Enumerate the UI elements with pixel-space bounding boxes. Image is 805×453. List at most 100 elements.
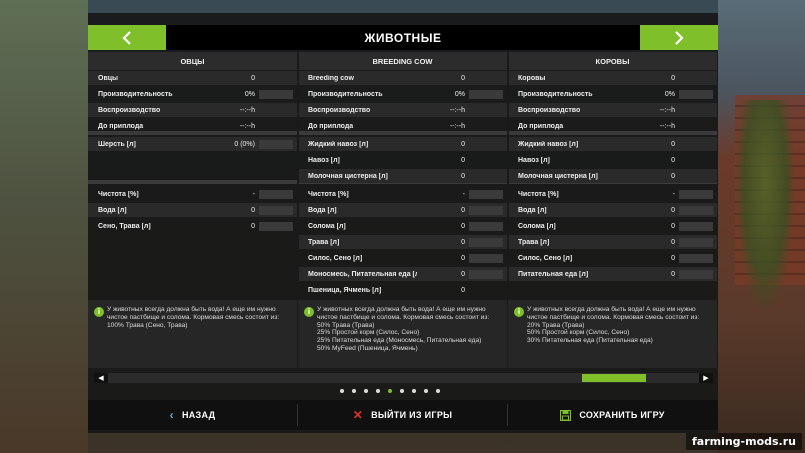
back-label: НАЗАД [181,410,216,420]
stat-row: Трава [л] 0 [298,235,507,249]
stat-row: Пшеница, Ячмень [л] 0 [298,283,507,297]
page-dot[interactable] [436,389,440,393]
stat-value: 0 [671,270,675,278]
stat-bar [259,89,293,99]
chevron-left-icon [122,30,131,45]
scroll-right-arrow-icon[interactable]: ▶ [699,373,713,383]
stat-row: Производительность 0% [298,87,507,101]
stat-value: 0 [671,74,675,82]
horizontal-scrollbar[interactable]: ◀ ▶ [94,373,713,383]
column-divider [297,52,299,296]
stat-label: Сено, Трава [л] [98,222,151,230]
scrollbar-thumb[interactable] [582,374,647,382]
close-icon: ✕ [352,408,364,422]
stat-value: - [462,190,465,198]
stat-label: Солома [л] [518,222,556,230]
info-box: iУ животных всегда должна быть вода! А е… [88,300,297,368]
stat-value: 0% [244,90,255,98]
stat-label: Вода [л] [308,206,337,214]
stat-bar [679,253,713,263]
stat-value: 0 [671,156,675,164]
stat-label: Воспроизводство [518,106,581,114]
next-page-button[interactable] [640,25,718,50]
stat-bar [259,189,293,199]
stat-value: 0 [671,140,675,148]
stat-bar [259,221,293,231]
stat-bar [679,221,713,231]
save-disk-icon [560,409,572,421]
stat-row: Воспроизводство --:--h [88,103,297,117]
stat-row: До приплода --:--h [298,119,507,133]
stat-value: 0 [461,238,465,246]
stat-value: --:--h [659,122,675,130]
stat-row: Трава [л] 0 [508,235,717,249]
scroll-left-arrow-icon[interactable]: ◀ [94,373,108,383]
page-dot[interactable] [364,389,368,393]
save-label: СОХРАНИТЬ ИГРУ [579,410,665,420]
column-title: BREEDING COW [298,52,507,70]
background-tree [735,100,795,310]
stat-bar [259,205,293,215]
stat-row: Молочная цистерна [л] 0 [508,169,717,183]
stat-value: 0 [671,172,675,180]
prev-page-button[interactable] [88,25,166,50]
stat-label: Моносмесь, Питательная еда [л] [308,270,417,278]
stat-row: До приплода --:--h [508,119,717,133]
stat-row: Жидкий навоз [л] 0 [298,137,507,151]
stat-label: Вода [л] [518,206,547,214]
stat-label: Навоз [л] [308,156,340,164]
stat-value: --:--h [449,106,465,114]
info-text: У животных всегда должна быть вода! А ещ… [317,306,490,352]
stat-row: Чистота [%] - [298,187,507,201]
stat-row: Чистота [%] - [508,187,717,201]
stat-value: --:--h [239,122,255,130]
background-left [0,0,88,453]
stat-label: Жидкий навоз [л] [308,140,369,148]
page-dot[interactable] [376,389,380,393]
stat-row: Овцы 0 [88,71,297,85]
page-dot[interactable] [400,389,404,393]
stat-value: 0 [461,254,465,262]
stat-value: 0% [454,90,465,98]
chevron-right-icon [675,30,684,45]
stat-row: До приплода --:--h [88,119,297,133]
quit-game-button[interactable]: ✕ ВЫЙТИ ИЗ ИГРЫ [298,401,507,429]
stat-label: Силос, Сено [л] [518,254,573,262]
page-dot[interactable] [412,389,416,393]
stat-label: Чистота [%] [98,190,139,198]
stat-label: Навоз [л] [518,156,550,164]
stat-row: Воспроизводство --:--h [508,103,717,117]
stat-label: Производительность [308,90,383,98]
page-dot[interactable] [352,389,356,393]
info-icon: i [304,307,314,317]
info-box: iУ животных всегда должна быть вода! А е… [508,300,717,368]
stat-value: 0 [461,222,465,230]
save-game-button[interactable]: СОХРАНИТЬ ИГРУ [508,401,717,429]
info-text: У животных всегда должна быть вода! А ещ… [527,306,700,345]
stat-value: 0 (0%) [234,140,255,148]
stat-row: Силос, Сено [л] 0 [298,251,507,265]
stat-value: 0 [461,140,465,148]
stat-value: 0 [671,254,675,262]
stat-bar [469,253,503,263]
stat-bar [679,89,713,99]
stat-row: Производительность 0% [88,87,297,101]
stat-bar [259,139,293,149]
stat-value: 0 [461,172,465,180]
stat-row: Шерсть [л] 0 (0%) [88,137,297,151]
stat-label: Молочная цистерна [л] [518,172,598,180]
page-dot[interactable] [388,389,392,393]
watermark: farming-mods.ru [685,433,802,450]
back-button[interactable]: ‹ НАЗАД [88,401,297,429]
page-dot[interactable] [340,389,344,393]
page-dot[interactable] [424,389,428,393]
stat-label: Чистота [%] [308,190,349,198]
stat-label: Воспроизводство [98,106,161,114]
stat-row: Чистота [%] - [88,187,297,201]
stat-label: Трава [л] [518,238,550,246]
stat-bar [679,237,713,247]
info-text: У животных всегда должна быть вода! А ещ… [107,306,280,329]
stat-bar [469,189,503,199]
stat-row: Солома [л] 0 [298,219,507,233]
stat-label: До приплода [98,122,144,130]
